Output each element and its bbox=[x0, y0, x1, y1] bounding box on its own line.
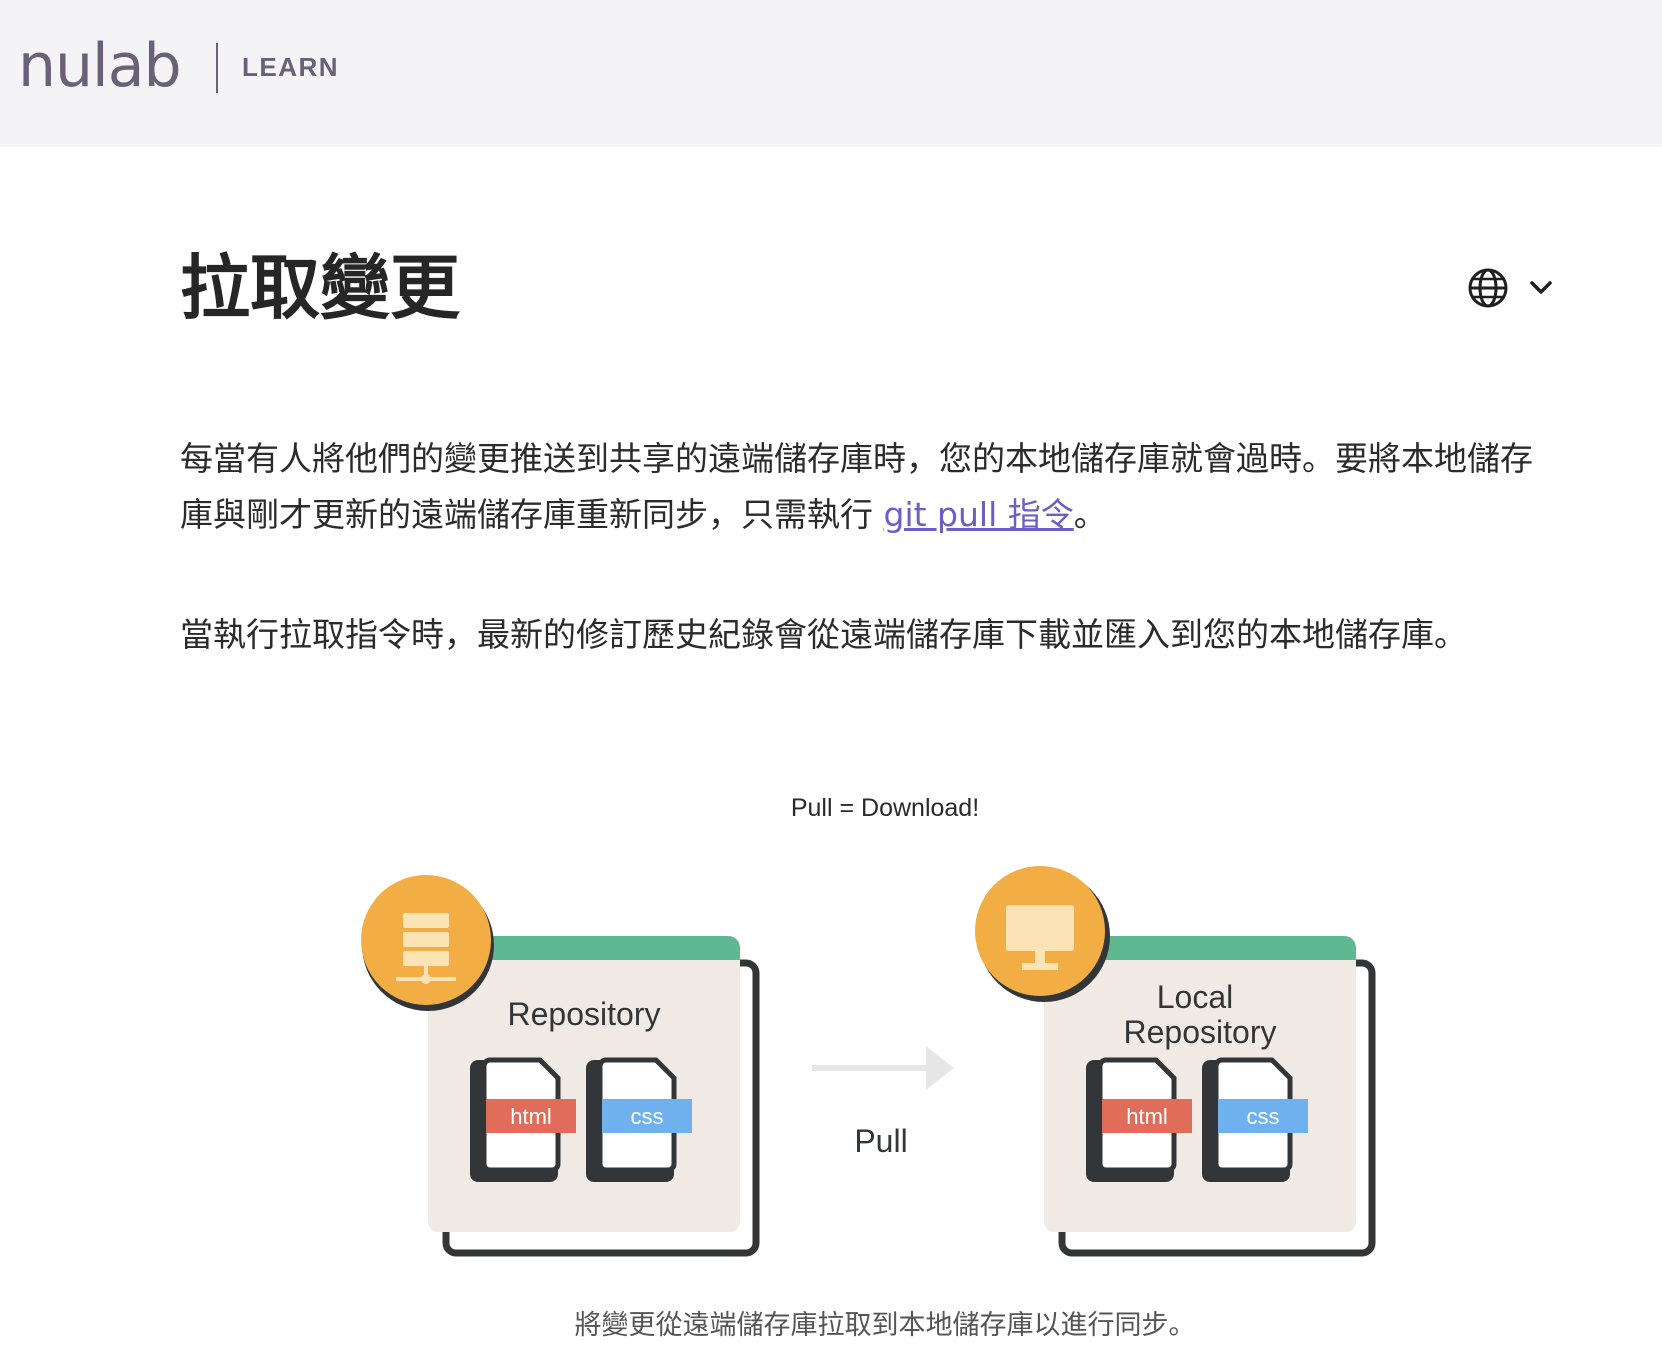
local-repository-label-line1: Local bbox=[1157, 979, 1234, 1015]
logo-divider bbox=[216, 43, 218, 93]
pull-description-paragraph: 當執行拉取指令時，最新的修訂歷史紀錄會從遠端儲存庫下載並匯入到您的本地儲存庫。 bbox=[180, 615, 1467, 654]
page-title: 拉取變更 bbox=[180, 247, 460, 329]
nulab-logo[interactable]: nulab bbox=[18, 30, 182, 102]
css-file-icon: css bbox=[586, 1057, 692, 1182]
language-switcher[interactable] bbox=[1466, 266, 1558, 312]
learn-section-link[interactable]: LEARN bbox=[242, 52, 339, 83]
intro-text-end: 。 bbox=[1073, 495, 1107, 534]
computer-icon bbox=[975, 866, 1110, 1002]
intro-paragraph: 每當有人將他們的變更推送到共享的遠端儲存庫時，您的本地儲存庫就會過時。要將本地儲… bbox=[180, 431, 1560, 543]
chevron-down-icon bbox=[1530, 281, 1552, 294]
local-repository-card: Local Repository html css bbox=[1044, 936, 1376, 1257]
figure-title: Pull = Download! bbox=[790, 794, 980, 822]
css-file-icon: css bbox=[1202, 1057, 1308, 1182]
figure-caption: 將變更從遠端儲存庫拉取到本地儲存庫以進行同步。 bbox=[574, 1310, 1196, 1341]
pull-arrow-label: Pull bbox=[854, 1123, 907, 1159]
html-file-icon: html bbox=[1086, 1057, 1192, 1182]
git-pull-command-link[interactable]: git pull 指令 bbox=[884, 495, 1074, 534]
local-repository-label-line2: Repository bbox=[1124, 1014, 1277, 1050]
pull-arrow-icon bbox=[812, 1046, 954, 1090]
remote-repository-label: Repository bbox=[508, 996, 661, 1032]
intro-text: 每當有人將他們的變更推送到共享的遠端儲存庫時，您的本地儲存庫就會過時。要將本地儲… bbox=[180, 439, 1533, 534]
html-tag: html bbox=[510, 1104, 552, 1129]
site-header: nulab LEARN bbox=[0, 0, 1662, 147]
pull-diagram: Repository html css Pull Local Repositor… bbox=[361, 866, 1376, 1257]
css-tag: css bbox=[631, 1104, 664, 1129]
server-icon bbox=[361, 875, 494, 1011]
globe-icon bbox=[1468, 268, 1508, 308]
html-tag: html bbox=[1126, 1104, 1168, 1129]
html-file-icon: html bbox=[470, 1057, 576, 1182]
css-tag: css bbox=[1247, 1104, 1280, 1129]
